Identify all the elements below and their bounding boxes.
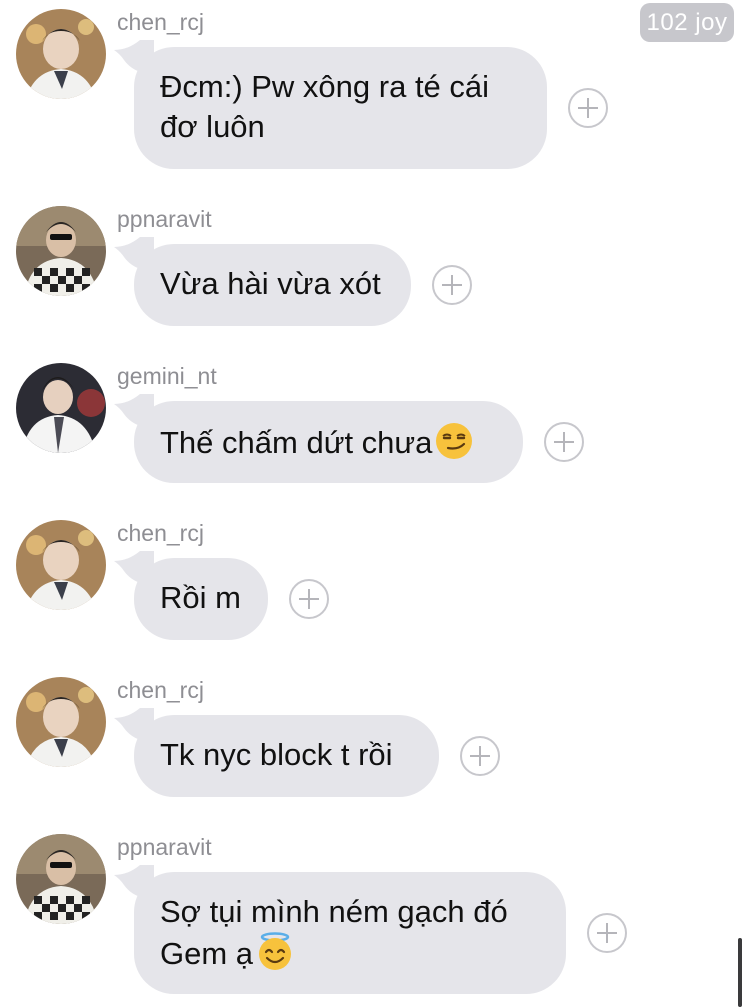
message-bubble[interactable]: Thế chấm dứt chưa (134, 401, 523, 483)
avatar[interactable] (16, 834, 106, 924)
scrollbar[interactable] (738, 938, 742, 1007)
avatar-photo (16, 206, 106, 296)
avatar[interactable] (16, 363, 106, 453)
message-text: Vừa hài vừa xót (160, 266, 381, 301)
avatar-photo (16, 9, 106, 99)
add-reaction-button[interactable] (568, 88, 608, 128)
avatar[interactable] (16, 520, 106, 610)
message-text: Rồi m (160, 580, 241, 615)
message-text: Thế chấm dứt chưa (160, 425, 433, 460)
smirking-face-icon (436, 423, 473, 459)
reaction-count-badge: 102 joy (640, 3, 734, 42)
username[interactable]: gemini_nt (117, 362, 217, 390)
username[interactable]: chen_rcj (117, 519, 204, 547)
avatar[interactable] (16, 677, 106, 767)
message-bubble[interactable]: Đcm:) Pw xông ra té cái đơ luôn (134, 47, 547, 169)
add-reaction-button[interactable] (587, 913, 627, 953)
message-text: Tk nyc block t rồi (160, 737, 393, 772)
smiling-face-with-halo-icon (259, 932, 292, 970)
message-bubble[interactable]: Rồi m (134, 558, 268, 640)
username[interactable]: chen_rcj (117, 676, 204, 704)
message-bubble[interactable]: Sợ tụi mình ném gạch đó Gem ạ (134, 872, 566, 994)
username[interactable]: chen_rcj (117, 8, 204, 36)
message-bubble[interactable]: Tk nyc block t rồi (134, 715, 439, 797)
avatar-photo (16, 363, 106, 453)
username[interactable]: ppnaravit (117, 833, 212, 861)
avatar[interactable] (16, 206, 106, 296)
add-reaction-button[interactable] (432, 265, 472, 305)
username[interactable]: ppnaravit (117, 205, 212, 233)
add-reaction-button[interactable] (289, 579, 329, 619)
add-reaction-button[interactable] (544, 422, 584, 462)
avatar[interactable] (16, 9, 106, 99)
avatar-photo (16, 520, 106, 610)
avatar-photo (16, 677, 106, 767)
avatar-photo (16, 834, 106, 924)
message-text: Sợ tụi mình ném gạch đó (160, 894, 508, 929)
message-text: Đcm:) Pw xông ra té cái (160, 69, 490, 104)
message-bubble[interactable]: Vừa hài vừa xót (134, 244, 411, 326)
add-reaction-button[interactable] (460, 736, 500, 776)
message-text: Gem ạ (160, 936, 254, 971)
message-text: đơ luôn (160, 109, 265, 144)
